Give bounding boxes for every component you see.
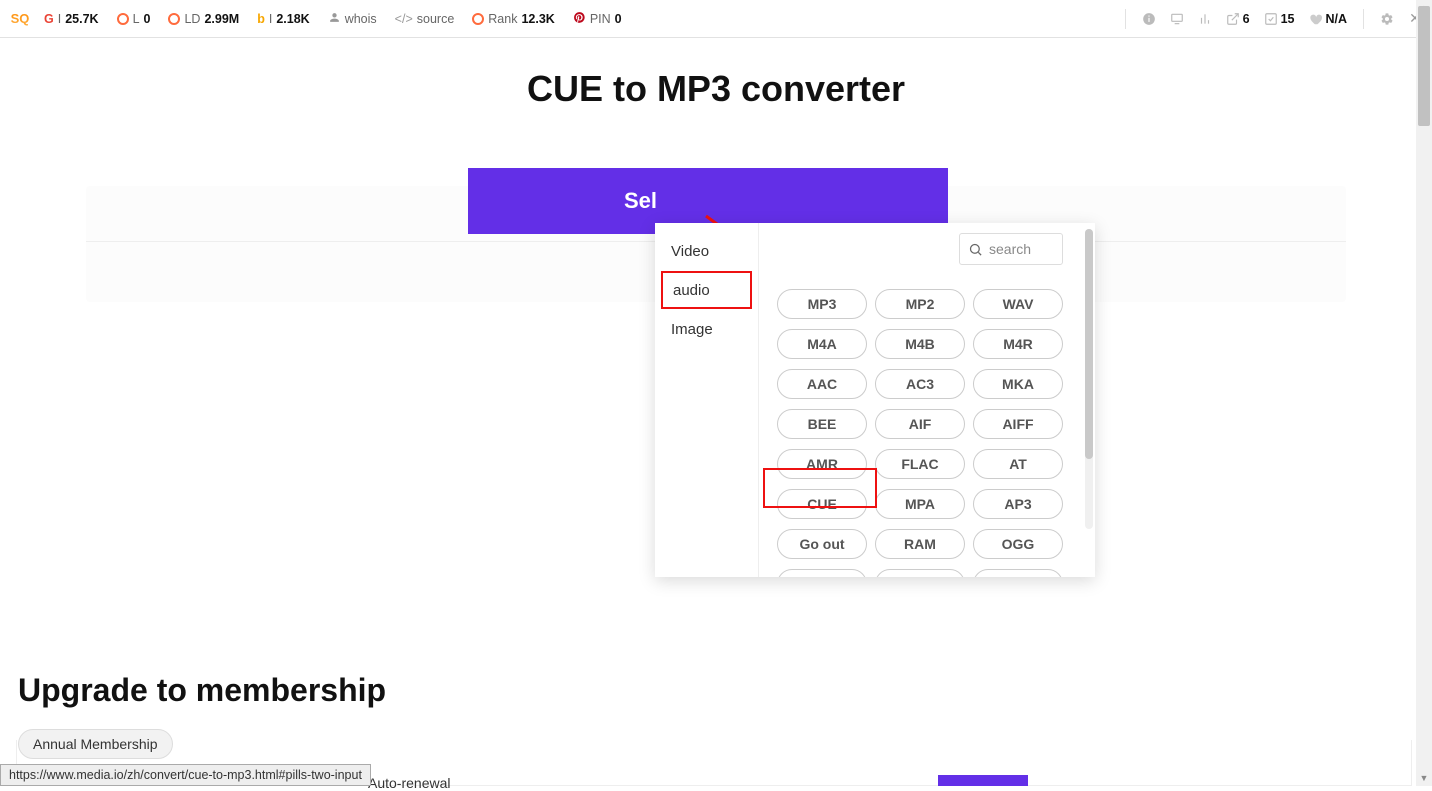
tb-source[interactable]: </> source	[395, 12, 455, 26]
format-ogg[interactable]: OGG	[973, 529, 1063, 559]
tb-rank-label: Rank	[488, 12, 517, 26]
google-icon: G	[44, 12, 54, 26]
tb-source-label: source	[417, 12, 455, 26]
tb-google-label: I	[58, 12, 61, 26]
tb-google-value: 25.7K	[65, 12, 98, 26]
toolbar-popout[interactable]: 6	[1226, 12, 1250, 26]
tb-pin[interactable]: PIN 0	[573, 11, 622, 27]
popout-count: 6	[1243, 12, 1250, 26]
status-url: https://www.media.io/zh/convert/cue-to-m…	[9, 768, 362, 782]
format-caf[interactable]: CAF	[777, 569, 867, 577]
status-bar: https://www.media.io/zh/convert/cue-to-m…	[0, 764, 371, 786]
tb-rank[interactable]: Rank 12.3K	[472, 12, 555, 26]
tb-whois-label: whois	[345, 12, 377, 26]
popout-icon	[1226, 12, 1240, 26]
category-video[interactable]: Video	[655, 231, 758, 271]
logo-icon: SQ	[10, 9, 30, 29]
format-wav[interactable]: WAV	[973, 289, 1063, 319]
ring-icon	[168, 13, 180, 25]
search-icon	[968, 242, 983, 257]
tb-ld[interactable]: LD 2.99M	[168, 12, 239, 26]
format-ac3[interactable]: AC3	[875, 369, 965, 399]
scroll-down-icon[interactable]: ▼	[1416, 770, 1432, 786]
tb-whois[interactable]: whois	[328, 11, 377, 27]
category-audio[interactable]: audio	[661, 271, 752, 309]
seo-toolbar: SQ G I 25.7K L 0 LD 2.99M b I 2.18K whoi…	[0, 0, 1432, 38]
toolbar-right: 6 15 N/A ✕	[1123, 9, 1422, 29]
format-mp2[interactable]: MP2	[875, 289, 965, 319]
ring-icon	[472, 13, 484, 25]
code-icon: </>	[395, 12, 413, 26]
tb-ld-label: LD	[184, 12, 200, 26]
chart-icon[interactable]	[1198, 12, 1212, 26]
page-scrollbar[interactable]: ▲ ▼	[1416, 0, 1432, 786]
toolbar-na[interactable]: N/A	[1308, 12, 1347, 26]
format-aac[interactable]: AAC	[777, 369, 867, 399]
tb-google[interactable]: G I 25.7K	[44, 12, 99, 26]
format-go-out[interactable]: Go out	[777, 529, 867, 559]
category-list: Video audio Image	[655, 223, 759, 577]
tb-bing-label: I	[269, 12, 272, 26]
format-aiff[interactable]: AIFF	[973, 409, 1063, 439]
format-dropdown-panel: Video audio Image search MP3 MP2 WAV M4A M4B…	[655, 223, 1095, 577]
membership-heading: Upgrade to membership	[18, 672, 386, 709]
tb-pin-label: PIN	[590, 12, 611, 26]
panel-scroll-thumb[interactable]	[1085, 229, 1093, 459]
format-grid: MP3 MP2 WAV M4A M4B M4R AAC AC3 MKA BEE AIF AIFF AMR…	[777, 289, 1079, 577]
format-at[interactable]: AT	[973, 449, 1063, 479]
format-m4r[interactable]: M4R	[973, 329, 1063, 359]
format-bee[interactable]: BEE	[777, 409, 867, 439]
tb-pin-value: 0	[615, 12, 622, 26]
tb-links[interactable]: L 0	[117, 12, 151, 26]
auto-renewal-label: Auto-renewal	[368, 775, 451, 791]
scroll-thumb[interactable]	[1418, 6, 1430, 126]
ring-icon	[117, 13, 129, 25]
tb-links-value: 0	[144, 12, 151, 26]
check-count: 15	[1281, 12, 1295, 26]
search-placeholder: search	[989, 241, 1031, 257]
info-icon[interactable]	[1142, 12, 1156, 26]
bing-icon: b	[257, 12, 265, 26]
format-m4p[interactable]: M4P	[973, 569, 1063, 577]
format-amr[interactable]: AMR	[777, 449, 867, 479]
tb-bing[interactable]: b I 2.18K	[257, 12, 309, 26]
tb-ld-value: 2.99M	[204, 12, 239, 26]
pinterest-icon	[573, 11, 586, 27]
partial-purple-button[interactable]	[938, 775, 1028, 786]
format-ram[interactable]: RAM	[875, 529, 965, 559]
check-icon	[1264, 12, 1278, 26]
format-flac[interactable]: FLAC	[875, 449, 965, 479]
gear-icon[interactable]	[1380, 12, 1394, 26]
panel-scrollbar[interactable]	[1085, 229, 1093, 529]
user-icon	[328, 11, 341, 27]
format-mp3[interactable]: MP3	[777, 289, 867, 319]
format-wma[interactable]: WMA	[875, 569, 965, 577]
format-mpa[interactable]: MPA	[875, 489, 965, 519]
select-file-label: Sel	[624, 188, 657, 214]
format-cue[interactable]: CUE	[777, 489, 867, 519]
format-ap3[interactable]: AP3	[973, 489, 1063, 519]
format-aif[interactable]: AIF	[875, 409, 965, 439]
format-m4b[interactable]: M4B	[875, 329, 965, 359]
format-m4a[interactable]: M4A	[777, 329, 867, 359]
category-image[interactable]: Image	[655, 309, 758, 349]
monitor-icon[interactable]	[1170, 12, 1184, 26]
tb-rank-value: 12.3K	[521, 12, 554, 26]
format-mka[interactable]: MKA	[973, 369, 1063, 399]
tb-links-label: L	[133, 12, 140, 26]
page-title: CUE to MP3 converter	[0, 68, 1432, 110]
heart-icon	[1308, 12, 1322, 26]
format-search[interactable]: search	[959, 233, 1063, 265]
toolbar-check[interactable]: 15	[1264, 12, 1295, 26]
na-text: N/A	[1325, 12, 1347, 26]
tb-bing-value: 2.18K	[276, 12, 309, 26]
format-list-pane: search MP3 MP2 WAV M4A M4B M4R AAC AC3 MKA BEE AIF…	[759, 223, 1095, 577]
